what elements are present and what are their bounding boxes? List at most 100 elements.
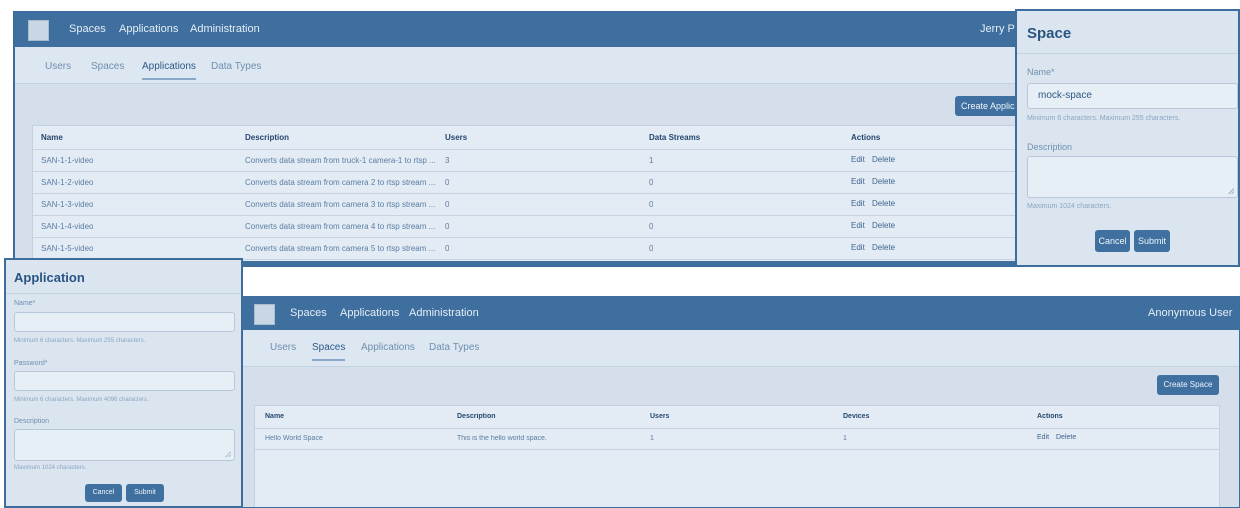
app-logo[interactable] <box>254 304 275 325</box>
delete-link[interactable]: Delete <box>872 221 895 230</box>
submit-button[interactable]: Submit <box>1134 230 1170 252</box>
cell-users: 0 <box>445 222 450 231</box>
cancel-button[interactable]: Cancel <box>1095 230 1130 252</box>
applications-table: Name Description Users Data Streams Acti… <box>32 125 1019 265</box>
cell-name: SAN-1-1-video <box>41 156 94 165</box>
table-row: SAN-1-5-video Converts data stream from … <box>33 237 1019 260</box>
edit-link[interactable]: Edit <box>851 155 865 164</box>
edit-link[interactable]: Edit <box>851 221 865 230</box>
name-help: Minimum 6 characters. Maximum 255 charac… <box>14 338 146 344</box>
header-devices: Devices <box>843 413 870 420</box>
spaces-window: Spaces Applications Administration Anony… <box>242 296 1240 508</box>
cell-description: Converts data stream from camera 5 to rt… <box>245 244 436 253</box>
name-input[interactable] <box>14 312 235 332</box>
table-header: Name Description Users Devices Actions <box>255 406 1219 429</box>
header-actions: Actions <box>851 133 881 142</box>
edit-link[interactable]: Edit <box>851 243 865 252</box>
cell-users: 3 <box>445 156 450 165</box>
header-data-streams: Data Streams <box>649 133 701 142</box>
cell-data-streams: 1 <box>649 156 654 165</box>
delete-link[interactable]: Delete <box>1056 434 1076 441</box>
cell-data-streams: 0 <box>649 200 654 209</box>
cell-users: 0 <box>445 178 450 187</box>
form-title: Application <box>14 270 85 285</box>
delete-link[interactable]: Delete <box>872 155 895 164</box>
cancel-button[interactable]: Cancel <box>85 484 122 502</box>
top-navbar: Spaces Applications Administration Anony… <box>243 297 1239 330</box>
submit-button[interactable]: Submit <box>126 484 164 502</box>
name-label: Name* <box>1027 67 1055 77</box>
create-application-button[interactable]: Create Applica <box>955 96 1019 116</box>
table-row: SAN-1-2-video Converts data stream from … <box>33 171 1019 194</box>
edit-link[interactable]: Edit <box>1037 434 1049 441</box>
nav-administration[interactable]: Administration <box>409 307 479 319</box>
create-space-button[interactable]: Create Space <box>1157 375 1219 395</box>
description-label: Description <box>1027 142 1073 152</box>
password-input[interactable] <box>14 371 235 391</box>
cell-data-streams: 0 <box>649 178 654 187</box>
cell-users: 1 <box>650 435 654 442</box>
header-users: Users <box>650 413 670 420</box>
header-users: Users <box>445 133 468 142</box>
tab-applications[interactable]: Applications <box>142 61 196 80</box>
cell-name: SAN-1-2-video <box>41 178 94 187</box>
cell-users: 0 <box>445 200 450 209</box>
table-header: Name Description Users Data Streams Acti… <box>33 126 1019 150</box>
cell-name: SAN-1-4-video <box>41 222 94 231</box>
applications-window: Spaces Applications Administration Jerry… <box>13 11 1021 267</box>
nav-applications[interactable]: Applications <box>340 307 399 319</box>
cell-description: Converts data stream from camera 3 to rt… <box>245 200 436 209</box>
sub-tabs: Users Spaces Applications Data Types <box>243 330 1239 367</box>
content-area: Create Applica Name Description Users Da… <box>15 84 1019 265</box>
edit-link[interactable]: Edit <box>851 177 865 186</box>
tab-spaces[interactable]: Spaces <box>312 342 346 361</box>
application-form-dialog: Application Name* Minimum 6 characters. … <box>4 258 243 508</box>
description-help: Maximum 1024 characters. <box>1027 203 1112 210</box>
name-help: Minimum 6 characters. Maximum 255 charac… <box>1027 115 1181 122</box>
cell-users: 0 <box>445 244 450 253</box>
delete-link[interactable]: Delete <box>872 177 895 186</box>
password-label: Password* <box>14 360 48 367</box>
delete-link[interactable]: Delete <box>872 243 895 252</box>
tab-users[interactable]: Users <box>270 342 296 353</box>
table-row: SAN-1-3-video Converts data stream from … <box>33 193 1019 216</box>
resize-handle-icon[interactable] <box>1228 188 1234 194</box>
cell-name: SAN-1-3-video <box>41 200 94 209</box>
delete-link[interactable]: Delete <box>872 199 895 208</box>
description-textarea[interactable] <box>1027 156 1238 198</box>
password-help: Minimum 6 characters. Maximum 4096 chara… <box>14 397 149 403</box>
description-label: Description <box>14 418 50 425</box>
description-textarea[interactable] <box>14 429 235 461</box>
nav-administration[interactable]: Administration <box>190 23 260 35</box>
form-title-divider <box>1017 53 1238 54</box>
tab-data-types[interactable]: Data Types <box>429 342 479 353</box>
app-logo[interactable] <box>28 20 49 41</box>
nav-applications[interactable]: Applications <box>119 23 178 35</box>
nav-spaces[interactable]: Spaces <box>69 23 106 35</box>
table-row: Hello World Space This is the hello worl… <box>255 428 1219 450</box>
nav-spaces[interactable]: Spaces <box>290 307 327 319</box>
table-row: SAN-1-4-video Converts data stream from … <box>33 215 1019 238</box>
cell-data-streams: 0 <box>649 222 654 231</box>
user-menu[interactable]: Anonymous User <box>1148 307 1232 319</box>
name-input[interactable]: mock-space <box>1027 83 1238 109</box>
resize-handle-icon[interactable] <box>225 451 231 457</box>
cell-data-streams: 0 <box>649 244 654 253</box>
cell-description: This is the hello world space. <box>457 435 547 442</box>
sub-tabs: Users Spaces Applications Data Types <box>15 47 1019 84</box>
form-title: Space <box>1027 25 1072 42</box>
cell-description: Converts data stream from camera 4 to rt… <box>245 222 436 231</box>
spaces-table: Name Description Users Devices Actions H… <box>254 405 1220 507</box>
header-description: Description <box>457 413 496 420</box>
user-menu[interactable]: Jerry P <box>980 23 1015 35</box>
space-form-dialog: Space Name* mock-space Minimum 6 charact… <box>1015 9 1240 267</box>
tab-data-types[interactable]: Data Types <box>211 61 261 72</box>
tab-users[interactable]: Users <box>45 61 71 72</box>
edit-link[interactable]: Edit <box>851 199 865 208</box>
tab-applications[interactable]: Applications <box>361 342 415 353</box>
cell-name: SAN-1-5-video <box>41 244 94 253</box>
tab-spaces[interactable]: Spaces <box>91 61 124 72</box>
header-name: Name <box>41 133 63 142</box>
content-area: Create Space Name Description Users Devi… <box>243 367 1239 507</box>
header-name: Name <box>265 413 285 420</box>
